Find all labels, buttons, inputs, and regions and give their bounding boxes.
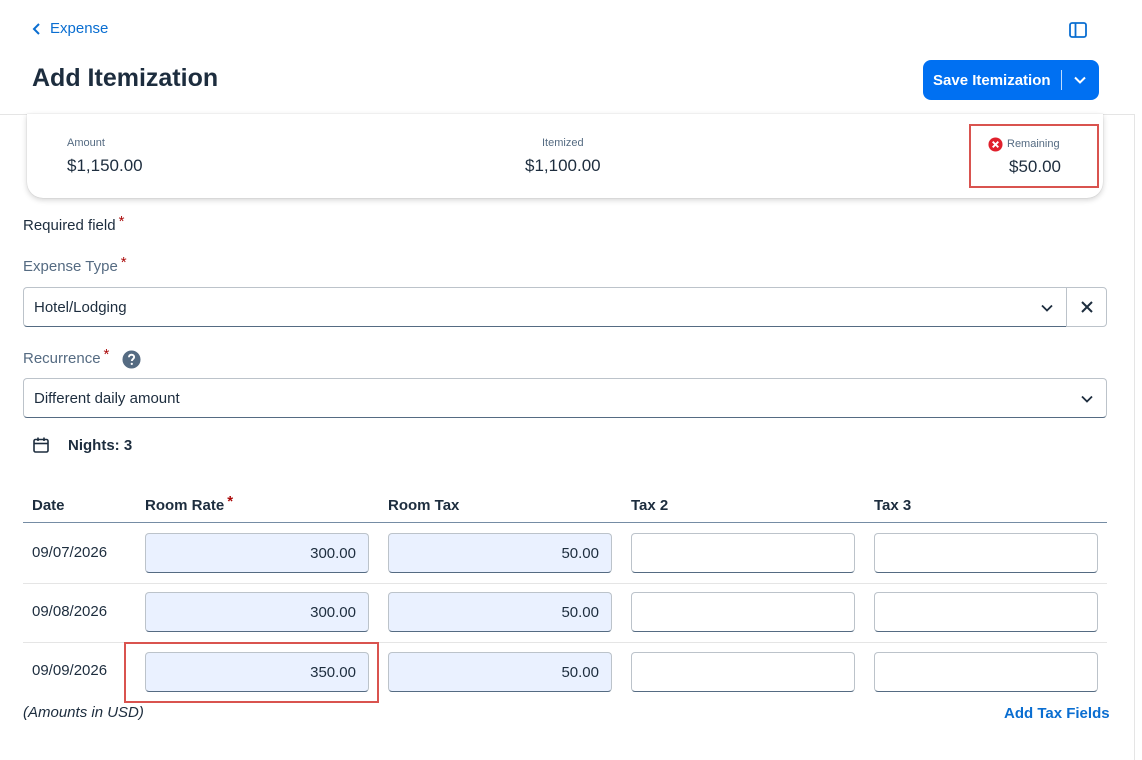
summary-card: Amount $1,150.00 Itemized $1,100.00 Rema… (27, 114, 1103, 198)
remaining-label: Remaining (1007, 138, 1060, 150)
save-itemization-button[interactable]: Save Itemization (923, 60, 1061, 100)
room-rate-input[interactable]: 300.00 (145, 592, 369, 632)
tax-3-input[interactable] (874, 652, 1098, 692)
room-rate-highlight-box (124, 642, 379, 703)
expense-type-label-text: Expense Type (23, 258, 118, 275)
close-icon (1080, 301, 1093, 313)
expense-type-value: Hotel/Lodging (34, 298, 127, 316)
back-link-label: Expense (50, 20, 109, 37)
save-options-menu-button[interactable] (1062, 60, 1099, 100)
tax-2-input[interactable] (631, 652, 855, 692)
recurrence-value: Different daily amount (34, 389, 180, 407)
room-tax-input[interactable]: 50.00 (388, 592, 612, 632)
clear-expense-type-button[interactable] (1066, 287, 1107, 327)
sidebar-toggle-icon[interactable] (1068, 20, 1088, 40)
calendar-icon (33, 437, 49, 453)
room-rate-input[interactable]: 300.00 (145, 533, 369, 573)
page-title: Add Itemization (32, 64, 219, 92)
expense-type-select[interactable]: Hotel/Lodging (23, 287, 1067, 327)
room-tax-input[interactable]: 50.00 (388, 533, 612, 573)
row-date: 09/09/2026 (32, 662, 108, 679)
remaining-highlight-box: Remaining $50.00 (969, 124, 1099, 188)
room-rate-header-text: Room Rate (145, 497, 225, 514)
tax-3-input[interactable] (874, 533, 1098, 573)
row-divider (23, 583, 1107, 584)
itemized-value: $1,100.00 (525, 156, 601, 175)
save-button-group: Save Itemization (923, 60, 1099, 100)
required-note-text: Required field (23, 217, 116, 234)
back-to-expense-link[interactable]: Expense (32, 20, 108, 37)
column-header-tax-2: Tax 2 (631, 497, 669, 514)
column-header-tax-3: Tax 3 (874, 497, 912, 514)
itemized-label: Itemized (542, 137, 584, 149)
column-header-room-rate: Room Rate * (145, 493, 233, 514)
chevron-down-icon (1081, 395, 1093, 403)
chevron-down-icon (1041, 304, 1053, 312)
required-asterisk: * (227, 493, 234, 510)
amounts-currency-note: (Amounts in USD) (23, 704, 144, 721)
required-asterisk: * (120, 254, 127, 271)
nights-summary: Nights: 3 (32, 436, 132, 454)
recurrence-label: Recurrence * (23, 346, 109, 367)
table-header-divider (23, 522, 1107, 523)
row-date: 09/08/2026 (32, 603, 108, 620)
help-icon[interactable] (122, 350, 141, 369)
amount-label: Amount (67, 137, 105, 149)
add-tax-fields-link[interactable]: Add Tax Fields (1004, 705, 1110, 722)
expense-type-label: Expense Type * (23, 254, 127, 275)
tax-2-input[interactable] (631, 592, 855, 632)
amount-value: $1,150.00 (67, 156, 143, 175)
recurrence-select[interactable]: Different daily amount (23, 378, 1107, 418)
room-tax-input[interactable]: 50.00 (388, 652, 612, 692)
tax-3-input[interactable] (874, 592, 1098, 632)
row-date: 09/07/2026 (32, 544, 108, 561)
scroll-track (1134, 114, 1135, 760)
remaining-value: $50.00 (1009, 157, 1061, 176)
column-header-room-tax: Room Tax (388, 497, 460, 514)
required-asterisk: * (103, 346, 110, 363)
chevron-left-icon (32, 22, 40, 35)
tax-2-input[interactable] (631, 533, 855, 573)
required-field-note: Required field * (23, 213, 124, 234)
column-header-date: Date (32, 497, 65, 514)
chevron-down-icon (1074, 76, 1086, 84)
error-icon (988, 137, 1003, 152)
required-asterisk: * (118, 213, 125, 230)
recurrence-label-text: Recurrence (23, 350, 101, 367)
nights-label: Nights: 3 (68, 436, 133, 454)
